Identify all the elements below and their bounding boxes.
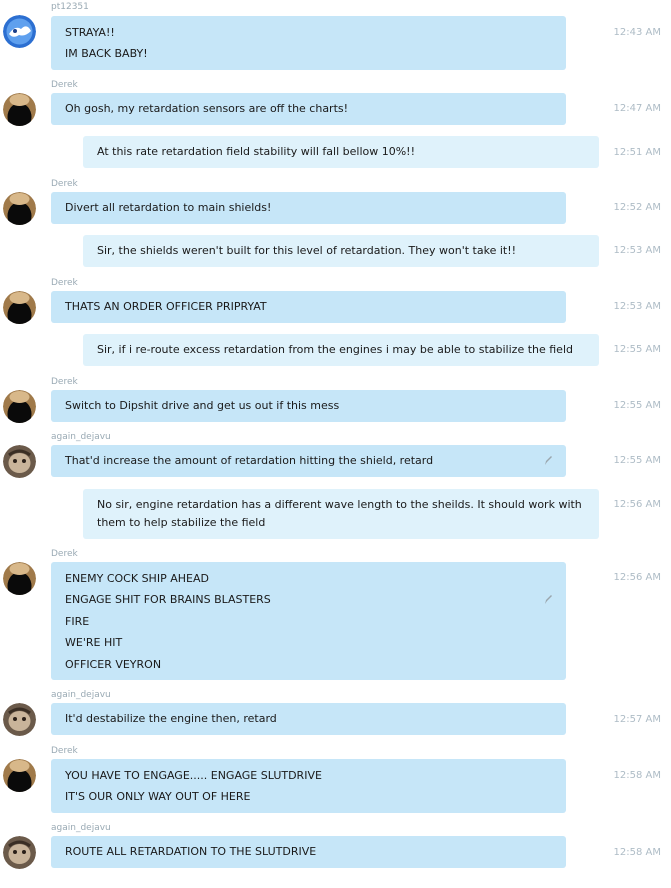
sender-name: again_dejavu	[51, 823, 111, 833]
avatar-derek[interactable]	[3, 759, 36, 792]
timestamp: 12:43 AM	[613, 27, 661, 38]
timestamp: 12:56 AM	[613, 499, 661, 510]
sender-name: Derek	[51, 80, 78, 90]
avatar-again-dejavu[interactable]	[3, 836, 36, 869]
message-bubble: THATS AN ORDER OFFICER PRIPRYAT	[51, 291, 566, 323]
pencil-icon[interactable]	[542, 454, 554, 466]
message-bubble: Sir, the shields weren't built for this …	[83, 235, 599, 267]
sender-name: Derek	[51, 746, 78, 756]
timestamp: 12:53 AM	[613, 301, 661, 312]
avatar-pt12351[interactable]	[3, 15, 36, 48]
timestamp: 12:55 AM	[613, 455, 661, 466]
message-text: At this rate retardation field stability…	[97, 145, 415, 158]
message-bubble: YOU HAVE TO ENGAGE..... ENGAGE SLUTDRIVE…	[51, 759, 566, 813]
timestamp: 12:52 AM	[613, 202, 661, 213]
message-text: That'd increase the amount of retardatio…	[65, 454, 434, 467]
message-text: YOU HAVE TO ENGAGE..... ENGAGE SLUTDRIVE	[65, 769, 322, 782]
timestamp: 12:55 AM	[613, 344, 661, 355]
message-bubble: ENEMY COCK SHIP AHEAD ENGAGE SHIT FOR BR…	[51, 562, 566, 680]
avatar-derek[interactable]	[3, 93, 36, 126]
message-bubble: At this rate retardation field stability…	[83, 136, 599, 168]
sender-name: again_dejavu	[51, 690, 111, 700]
message-text: It'd destabilize the engine then, retard	[65, 712, 277, 725]
sender-name: pt12351	[51, 2, 89, 12]
sender-name: Derek	[51, 549, 78, 559]
timestamp: 12:56 AM	[613, 572, 661, 583]
message-text: them to help stabilize the field	[97, 516, 266, 529]
timestamp: 12:53 AM	[613, 245, 661, 256]
message-bubble: No sir, engine retardation has a differe…	[83, 489, 599, 539]
message-text: Sir, the shields weren't built for this …	[97, 244, 517, 257]
avatar-derek[interactable]	[3, 562, 36, 595]
message-text: THATS AN ORDER OFFICER PRIPRYAT	[65, 300, 267, 313]
message-text: STRAYA!!	[65, 26, 115, 39]
timestamp: 12:55 AM	[613, 400, 661, 411]
timestamp: 12:47 AM	[613, 103, 661, 114]
timestamp: 12:58 AM	[613, 847, 661, 858]
message-text: Divert all retardation to main shields!	[65, 201, 272, 214]
timestamp: 12:57 AM	[613, 714, 661, 725]
message-bubble: ROUTE ALL RETARDATION TO THE SLUTDRIVE	[51, 836, 566, 868]
message-text: ROUTE ALL RETARDATION TO THE SLUTDRIVE	[65, 845, 317, 858]
avatar-derek[interactable]	[3, 390, 36, 423]
message-text: WE'RE HIT	[65, 636, 123, 649]
avatar-again-dejavu[interactable]	[3, 445, 36, 478]
message-bubble: It'd destabilize the engine then, retard	[51, 703, 566, 735]
message-text: OFFICER VEYRON	[65, 658, 162, 671]
message-text: ENEMY COCK SHIP AHEAD	[65, 572, 209, 585]
message-text: IM BACK BABY!	[65, 47, 148, 60]
sender-name: again_dejavu	[51, 432, 111, 442]
message-text: Sir, if i re-route excess retardation fr…	[97, 343, 573, 356]
message-text: Oh gosh, my retardation sensors are off …	[65, 102, 349, 115]
message-bubble: STRAYA!! IM BACK BABY!	[51, 16, 566, 70]
message-text: Switch to Dipshit drive and get us out i…	[65, 399, 340, 412]
avatar-derek[interactable]	[3, 291, 36, 324]
message-text: IT'S OUR ONLY WAY OUT OF HERE	[65, 790, 251, 803]
message-bubble: Divert all retardation to main shields!	[51, 192, 566, 224]
message-text: No sir, engine retardation has a differe…	[97, 498, 582, 511]
timestamp: 12:58 AM	[613, 770, 661, 781]
message-bubble: Switch to Dipshit drive and get us out i…	[51, 390, 566, 422]
avatar-again-dejavu[interactable]	[3, 703, 36, 736]
message-text: FIRE	[65, 615, 90, 628]
sender-name: Derek	[51, 377, 78, 387]
timestamp: 12:51 AM	[613, 147, 661, 158]
pencil-icon[interactable]	[542, 593, 554, 605]
message-bubble: Oh gosh, my retardation sensors are off …	[51, 93, 566, 125]
sender-name: Derek	[51, 179, 78, 189]
message-text: ENGAGE SHIT FOR BRAINS BLASTERS	[65, 593, 271, 606]
avatar-derek[interactable]	[3, 192, 36, 225]
message-bubble: That'd increase the amount of retardatio…	[51, 445, 566, 477]
sender-name: Derek	[51, 278, 78, 288]
message-bubble: Sir, if i re-route excess retardation fr…	[83, 334, 599, 366]
